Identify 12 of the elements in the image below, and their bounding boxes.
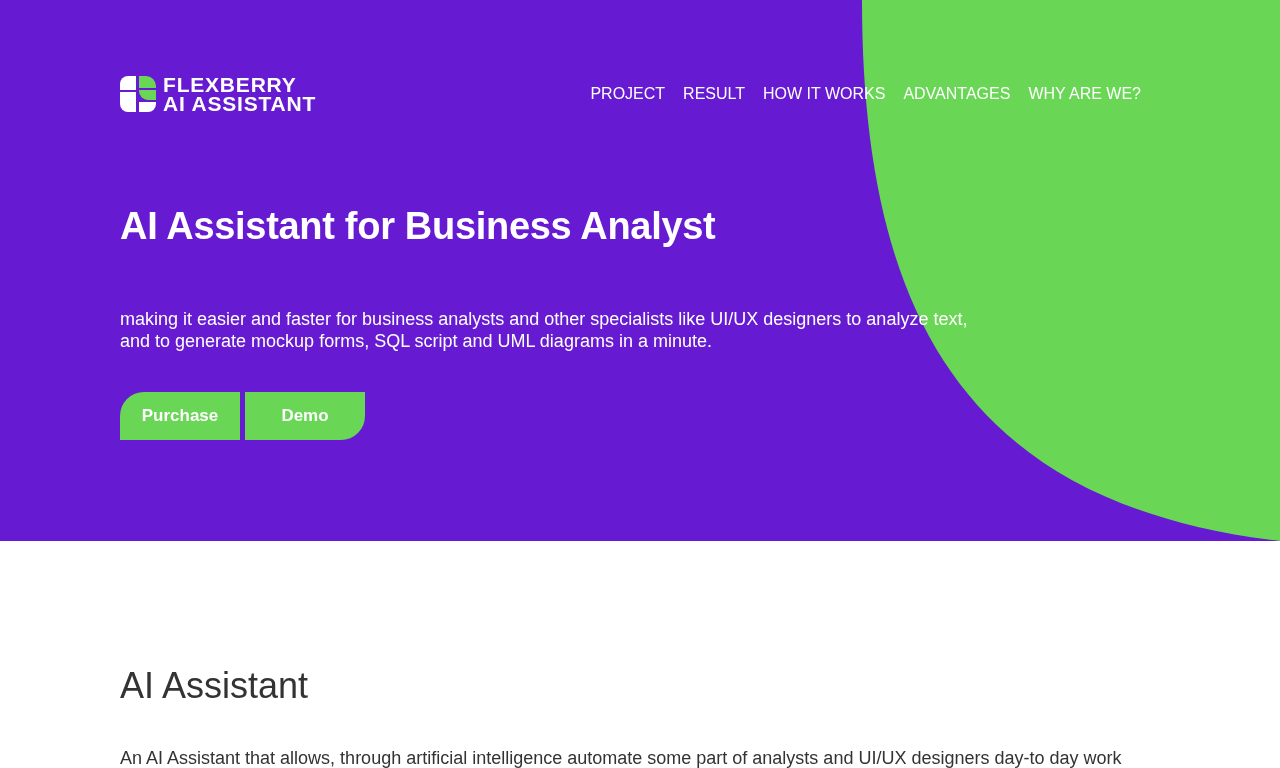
section-paragraph: An AI Assistant that allows, through artificial intelligence automate some part of analysts and UI/UX designers day-to day work [120,747,1122,768]
logo-icon [120,76,156,112]
nav-link[interactable]: PROJECT [590,84,666,104]
nav-link[interactable]: ADVANTAGES [903,84,1011,104]
section-heading: AI Assistant [120,664,309,708]
nav-link[interactable]: WHY ARE WE? [1028,84,1141,104]
hero-heading: AI Assistant for Business Analyst [120,204,716,249]
logo-text: AI ASSISTANT [163,94,317,113]
logo-text: FLEXBERRY [163,75,298,94]
purchase-button[interactable]: Purchase [120,392,240,440]
nav-link[interactable]: RESULT [683,84,745,104]
demo-button[interactable]: Demo [245,392,365,440]
